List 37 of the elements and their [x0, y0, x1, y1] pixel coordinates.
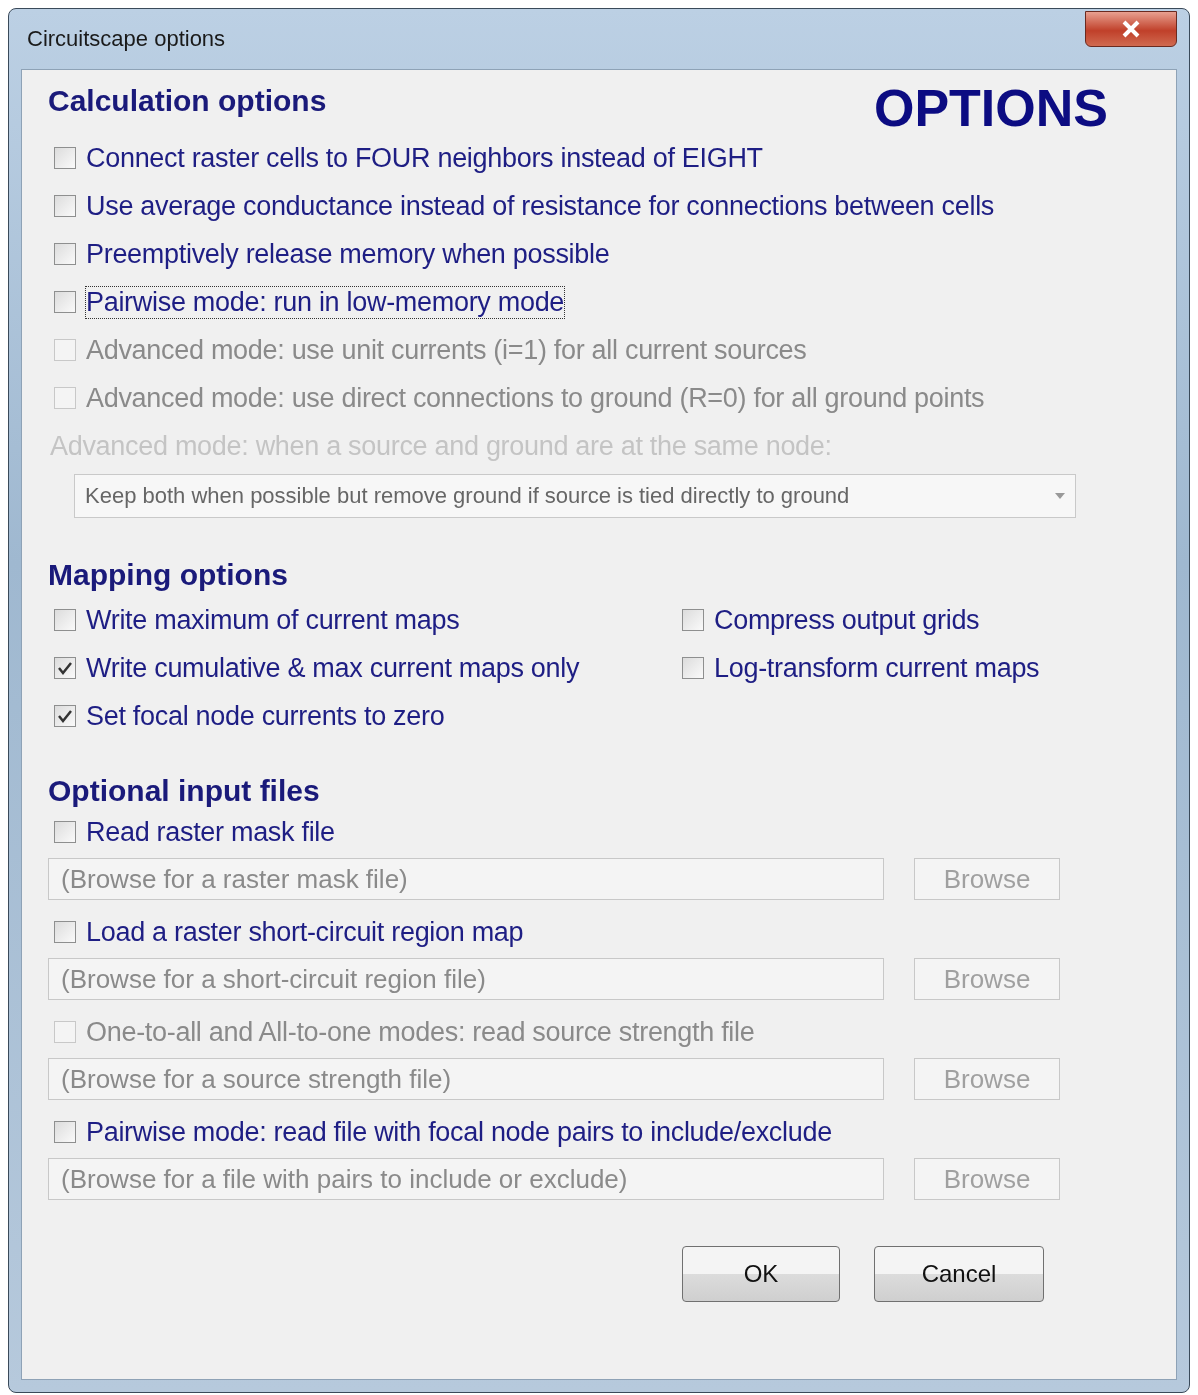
dialog-button[interactable]: OK [682, 1246, 840, 1302]
option-label: Pairwise mode: read file with focal node pairs to include/exclude [86, 1116, 832, 1148]
option-label: Set focal node currents to zero [86, 700, 445, 732]
option-label: Connect raster cells to FOUR neighbors instead of EIGHT [86, 142, 763, 174]
checkbox[interactable] [54, 921, 76, 943]
option-label: One-to-all and All-to-one modes: read source strength file [86, 1016, 755, 1048]
checkbox[interactable] [682, 657, 704, 679]
checkbox[interactable] [54, 821, 76, 843]
options-title: OPTIONS [873, 82, 1108, 134]
dialog-button[interactable]: Cancel [874, 1246, 1044, 1302]
caret-icon [1055, 493, 1065, 499]
checkbox[interactable] [54, 147, 76, 169]
checkbox[interactable] [54, 705, 76, 727]
close-button[interactable] [1085, 11, 1177, 47]
section-heading: Optional input files [48, 774, 321, 808]
option-label: Advanced mode: use direct connections to ground (R=0) for all ground points [86, 382, 985, 414]
option-label: Use average conductance instead of resistance for connections between cells [86, 190, 995, 222]
option-label: Advanced mode: use unit currents (i=1) for all current sources [86, 334, 807, 366]
option-label: Read raster mask file [86, 816, 335, 848]
close-icon [1121, 20, 1141, 38]
section-heading: Calculation options [48, 84, 327, 118]
checkbox[interactable] [54, 609, 76, 631]
checkbox[interactable] [54, 195, 76, 217]
option-label: Write maximum of current maps [86, 604, 460, 636]
checkbox[interactable] [54, 243, 76, 265]
option-label: Compress output grids [714, 604, 980, 636]
option-label: Preemptively release memory when possible [86, 238, 610, 270]
section-heading: Mapping options [48, 558, 289, 592]
option-label: Log-transform current maps [714, 652, 1040, 684]
checkbox[interactable] [54, 1121, 76, 1143]
checkbox[interactable] [54, 291, 76, 313]
option-label: Pairwise mode: run in low-memory mode [86, 286, 565, 318]
checkbox[interactable] [682, 609, 704, 631]
checkbox[interactable] [54, 657, 76, 679]
window-title: Circuitscape options [26, 26, 226, 52]
option-label: Write cumulative & max current maps only [86, 652, 580, 684]
option-label: Load a raster short-circuit region map [86, 916, 524, 948]
